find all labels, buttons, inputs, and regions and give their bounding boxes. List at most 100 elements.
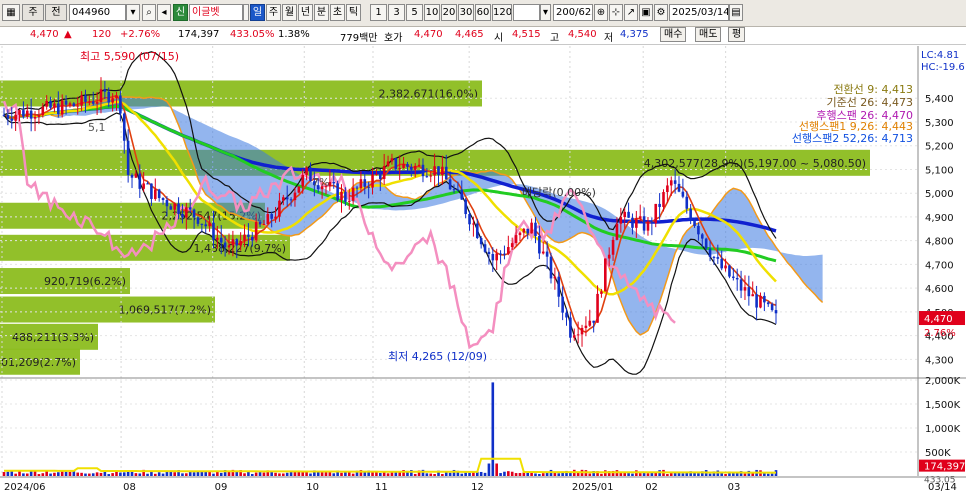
volume-bar bbox=[425, 473, 429, 476]
candle-body bbox=[336, 183, 339, 201]
candle-body bbox=[289, 199, 293, 201]
candle-body bbox=[561, 296, 564, 313]
candle-body bbox=[448, 179, 452, 190]
volume-bar bbox=[181, 473, 184, 476]
volume-bar bbox=[107, 474, 111, 476]
volume-bar bbox=[84, 473, 87, 476]
candle-body bbox=[231, 239, 235, 246]
candle-body bbox=[386, 161, 390, 167]
candle-body bbox=[487, 251, 491, 255]
candle-body bbox=[530, 222, 533, 234]
candle-body bbox=[142, 183, 145, 189]
candle-body bbox=[107, 91, 111, 103]
candle-body bbox=[332, 182, 336, 184]
volume-bar bbox=[386, 473, 390, 476]
price-chart[interactable]: 2,382,671(16.0%) 4,302,577(28.9%)(5,197.0… bbox=[0, 0, 966, 497]
profile-label: 401,209(2.7%) bbox=[0, 356, 76, 369]
candle-body bbox=[627, 211, 630, 218]
volume-bar bbox=[510, 471, 514, 476]
volume-bar bbox=[371, 472, 374, 476]
candle-body bbox=[355, 187, 359, 189]
candle-body bbox=[541, 251, 545, 254]
candle-body bbox=[569, 317, 572, 338]
volume-bars: 2,000K1,500K1,000K500K174,397433.05 bbox=[0, 376, 966, 486]
volume-bar bbox=[638, 473, 642, 476]
candle-body bbox=[165, 200, 169, 207]
volume-bar bbox=[68, 471, 72, 476]
volume-bar bbox=[316, 471, 320, 476]
candle-body bbox=[382, 166, 386, 179]
volume-bar bbox=[518, 473, 522, 476]
volume-value-label: 174,397 bbox=[924, 462, 965, 473]
volume-bar bbox=[514, 473, 518, 476]
candle-body bbox=[14, 114, 17, 121]
volume-bar bbox=[53, 472, 56, 476]
candle-body bbox=[161, 198, 165, 201]
candle-body bbox=[697, 225, 700, 235]
candle-body bbox=[208, 222, 211, 227]
volume-bar bbox=[309, 473, 312, 476]
candle-body bbox=[95, 102, 99, 104]
candle-body bbox=[258, 222, 262, 225]
candle-body bbox=[196, 217, 200, 224]
volume-bar bbox=[429, 473, 433, 476]
y-tick-label: 5,200 bbox=[925, 142, 954, 153]
volume-bar bbox=[340, 472, 343, 476]
profile-label: 2,382,671(16.0%) bbox=[378, 87, 478, 100]
candle-body bbox=[80, 95, 83, 106]
legend-line-5: 선행스팬2 52,26: 4,713 bbox=[792, 132, 913, 145]
candle-body bbox=[739, 279, 743, 291]
candle-body bbox=[631, 217, 634, 228]
candle-body bbox=[406, 163, 409, 167]
candle-body bbox=[371, 174, 374, 188]
candle-body bbox=[681, 191, 685, 197]
candle-body bbox=[662, 192, 665, 207]
candle-body bbox=[759, 295, 762, 308]
candle-body bbox=[596, 293, 599, 323]
candle-body bbox=[693, 220, 696, 226]
candle-body bbox=[615, 223, 619, 240]
volume-bar bbox=[588, 473, 592, 476]
volume-bar bbox=[394, 472, 398, 476]
candle-body bbox=[600, 291, 603, 294]
volume-bar bbox=[99, 472, 103, 476]
candle-body bbox=[247, 234, 250, 237]
candle-body bbox=[425, 176, 429, 178]
candle-body bbox=[266, 214, 270, 225]
candle-body bbox=[270, 214, 273, 219]
candle-body bbox=[712, 256, 716, 258]
candle-body bbox=[76, 105, 80, 107]
candle-body bbox=[29, 110, 33, 119]
candle-body bbox=[700, 234, 704, 239]
volume-bar bbox=[351, 473, 355, 476]
candle-body bbox=[557, 276, 561, 297]
volume-bar bbox=[254, 472, 258, 476]
volume-bar bbox=[212, 473, 215, 476]
candle-body bbox=[642, 216, 646, 231]
candle-body bbox=[604, 258, 607, 292]
legend-line-2: 기준선 26: 4,473 bbox=[826, 96, 913, 109]
candle-body bbox=[188, 207, 192, 210]
candle-body bbox=[611, 239, 615, 255]
volume-bar bbox=[185, 473, 188, 476]
volume-bar bbox=[464, 472, 467, 476]
volume-bar bbox=[557, 473, 561, 476]
profile-label: 1,069,517(7.2%) bbox=[118, 304, 211, 317]
candle-body bbox=[607, 254, 611, 259]
candle-body bbox=[534, 222, 537, 236]
candle-body bbox=[379, 173, 382, 179]
current-pct-label: 2.76% bbox=[924, 328, 956, 339]
volume-bar bbox=[479, 471, 483, 476]
volume-bar bbox=[666, 474, 669, 476]
candle-body bbox=[766, 302, 770, 305]
candle-body bbox=[344, 191, 347, 202]
volume-bar bbox=[545, 472, 549, 476]
candle-body bbox=[53, 103, 56, 108]
candle-body bbox=[708, 248, 712, 257]
candle-body bbox=[716, 257, 720, 259]
candle-body bbox=[293, 192, 297, 201]
candle-body bbox=[565, 312, 568, 318]
volume-bar bbox=[173, 472, 176, 476]
candle-body bbox=[119, 95, 122, 114]
volume-bar bbox=[157, 472, 161, 476]
